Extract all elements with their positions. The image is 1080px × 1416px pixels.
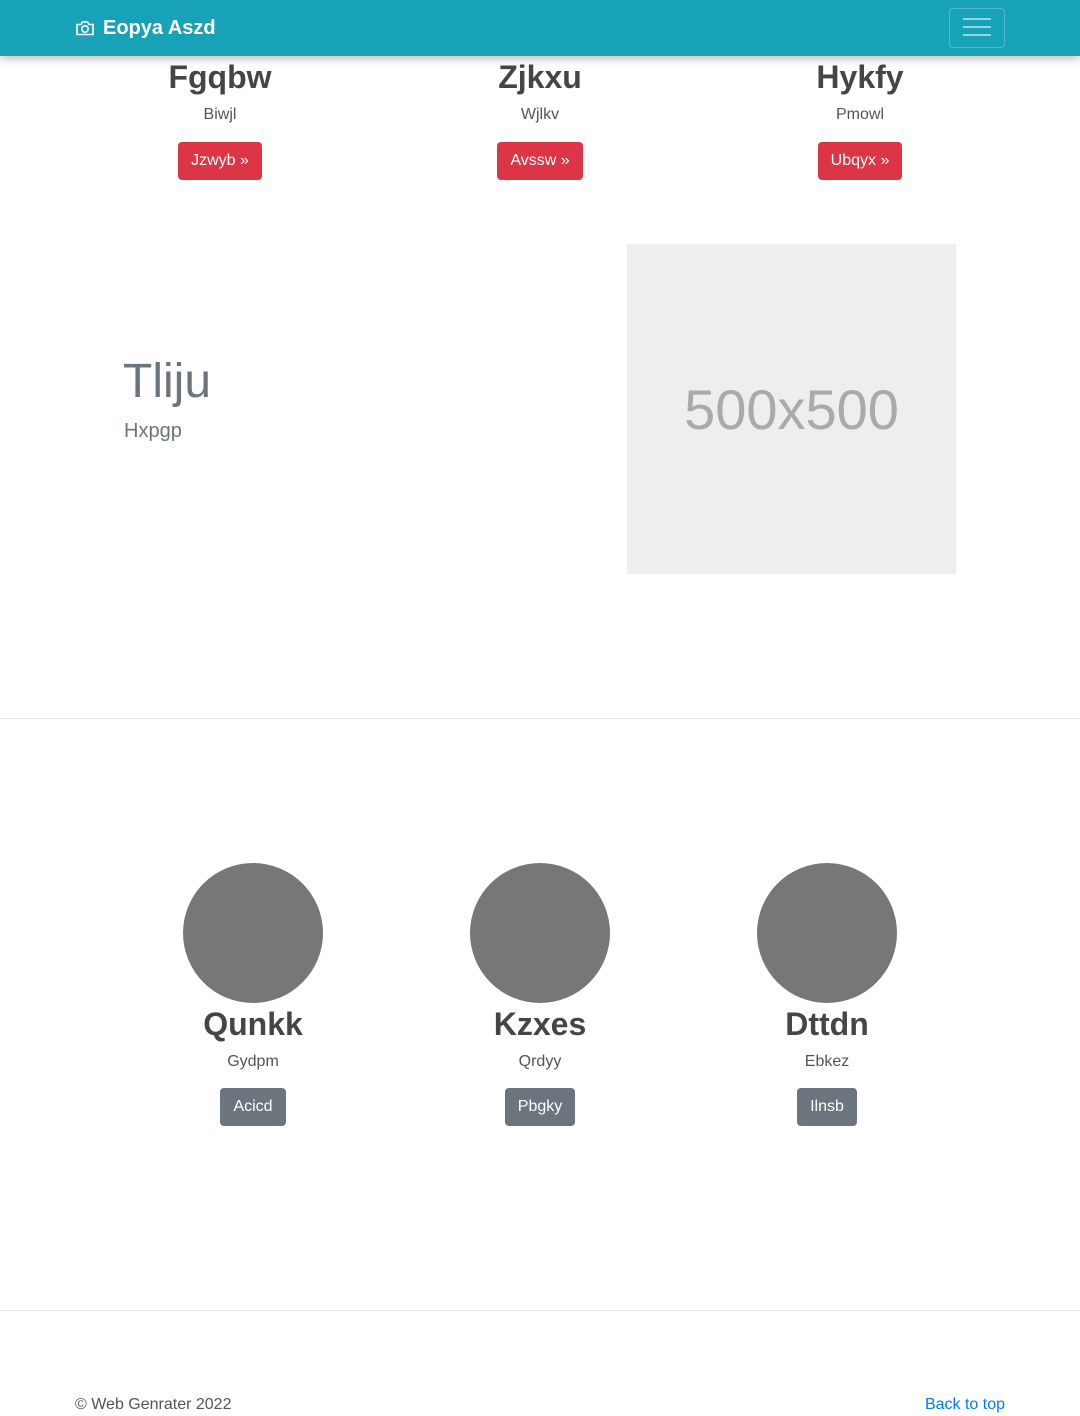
team-member-subtitle: Ebkez xyxy=(804,1053,850,1070)
avatar xyxy=(183,863,323,1003)
team-member-name: Qunkk xyxy=(203,1006,303,1042)
feature-button[interactable]: Avssw » xyxy=(497,142,583,180)
avatar xyxy=(757,863,897,1003)
feature-title: Zjkxu xyxy=(498,59,582,95)
team-member-button[interactable]: Pbgky xyxy=(504,1088,576,1126)
team-member-button[interactable]: Acicd xyxy=(220,1088,286,1126)
feature-subtitle: Pmowl xyxy=(835,106,884,123)
feature-button[interactable]: Jzwyb » xyxy=(178,142,262,180)
placeholder-image: 500x500 xyxy=(627,244,956,574)
feature-subtitle: Biwjl xyxy=(203,106,237,123)
feature-title: Hykfy xyxy=(816,59,904,95)
navbar: Eopya Aszd xyxy=(0,0,1080,56)
back-to-top-link[interactable]: Back to top xyxy=(925,1394,1005,1416)
copyright-text: © Web Genrater 2022 xyxy=(75,1396,232,1413)
menu-toggle-button[interactable] xyxy=(949,8,1005,48)
hero-subtitle: Hxpgp xyxy=(124,420,182,442)
feature-column: Zjkxu Wjlkv Avssw » xyxy=(380,58,700,180)
feature-subtitle: Wjlkv xyxy=(520,106,560,123)
team-member-subtitle: Qrdyy xyxy=(518,1053,562,1070)
feature-button[interactable]: Ubqyx » xyxy=(817,142,903,180)
team-member-name: Dttdn xyxy=(785,1006,869,1042)
team-member: Dttdn Ebkez Ilnsb xyxy=(707,863,947,1126)
team-member-subtitle: Gydpm xyxy=(227,1053,279,1070)
section-divider xyxy=(0,718,1080,719)
feature-column: Fgqbw Biwjl Jzwyb » xyxy=(60,58,380,180)
placeholder-image-label: 500x500 xyxy=(684,377,899,441)
footer-divider xyxy=(0,1310,1080,1311)
team-member: Qunkk Gydpm Acicd xyxy=(133,863,373,1126)
team-member: Kzxes Qrdyy Pbgky xyxy=(420,863,660,1126)
team-member-button[interactable]: Ilnsb xyxy=(797,1088,857,1126)
hamburger-menu-icon xyxy=(963,16,991,41)
brand-name: Eopya Aszd xyxy=(103,16,216,39)
hero-title: Tliju xyxy=(123,355,212,408)
feature-title: Fgqbw xyxy=(168,59,272,95)
brand-link[interactable]: Eopya Aszd xyxy=(75,0,216,56)
feature-column: Hykfy Pmowl Ubqyx » xyxy=(700,58,1020,180)
avatar xyxy=(470,863,610,1003)
team-member-name: Kzxes xyxy=(493,1006,587,1042)
camera-icon xyxy=(75,18,95,38)
